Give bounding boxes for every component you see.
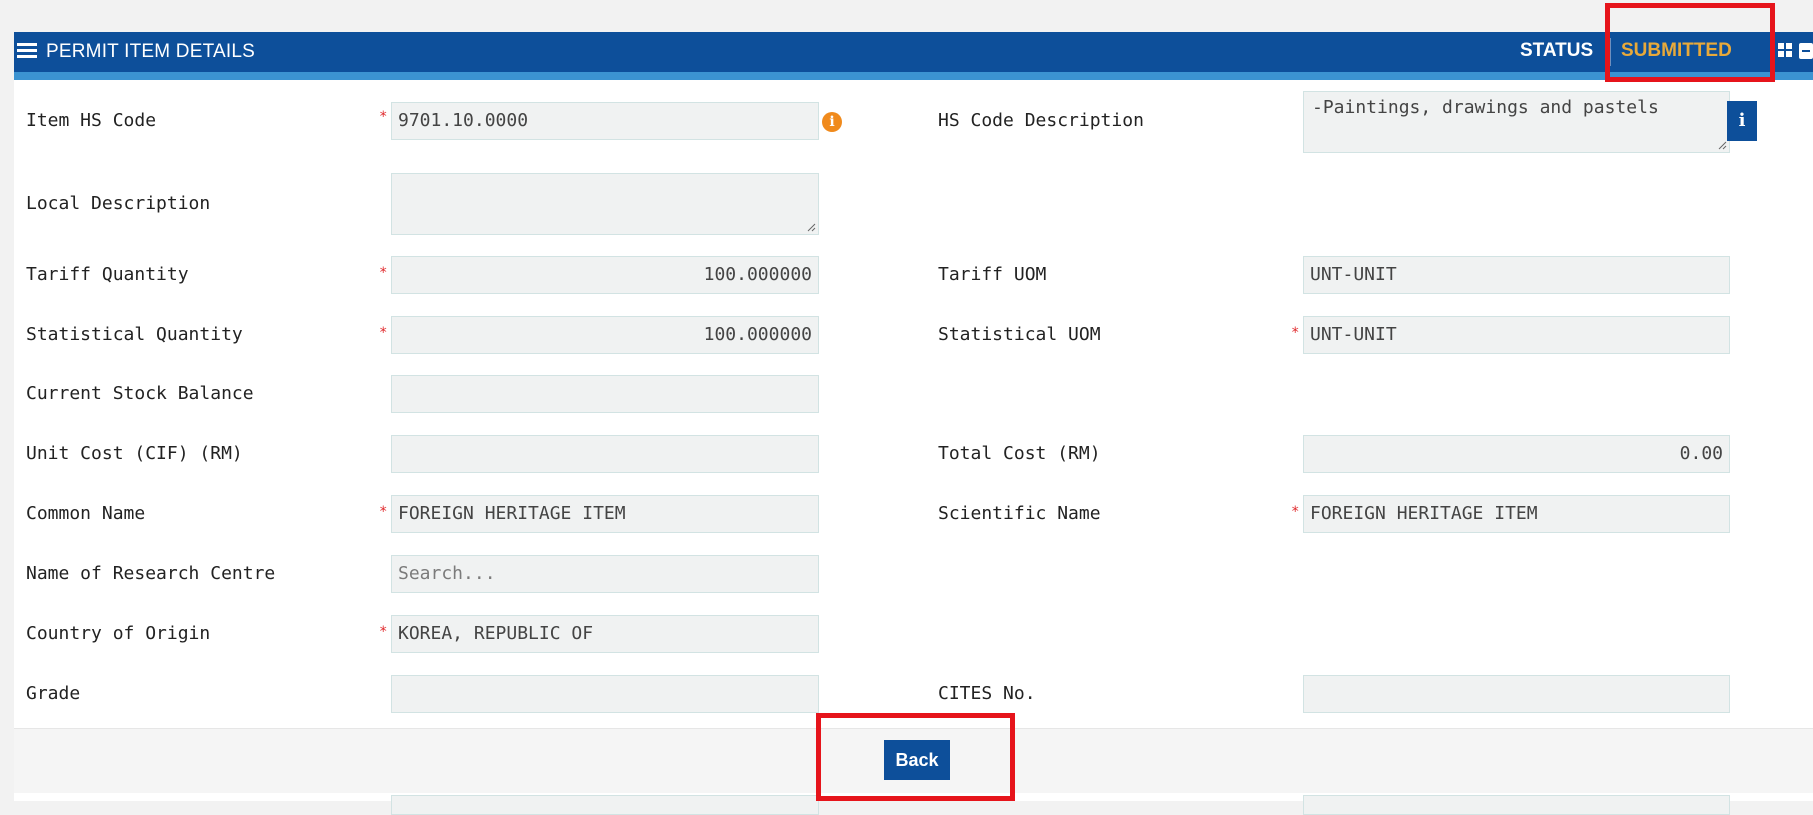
required-marker: * [1291,504,1300,520]
grid-icon[interactable] [1778,43,1792,57]
resize-grip-icon[interactable] [806,222,816,232]
required-marker: * [1291,325,1300,341]
scientific-name-input[interactable]: FOREIGN HERITAGE ITEM [1303,495,1730,533]
local-description-label: Local Description [26,193,211,214]
current-stock-balance-label: Current Stock Balance [26,383,254,404]
collapse-icon[interactable] [1799,43,1813,59]
panel-title: PERMIT ITEM DETAILS [46,41,255,62]
tariff-uom-label: Tariff UOM [938,264,1047,285]
common-name-input[interactable]: FOREIGN HERITAGE ITEM [391,495,819,533]
status-highlight-box [1605,3,1775,82]
local-description-textarea[interactable] [391,173,819,235]
menu-icon [17,43,37,59]
tariff-quantity-input[interactable]: 100.000000 [391,256,819,294]
research-centre-search-input[interactable]: Search... [391,555,819,593]
info-circle-icon[interactable]: i [822,112,842,132]
header-stripe [14,72,1813,80]
item-hs-code-input[interactable]: 9701.10.0000 [391,102,819,140]
required-marker: * [379,265,388,281]
grade-label: Grade [26,683,81,704]
panel-header: PERMIT ITEM DETAILS STATUS SUBMITTED [14,32,1813,72]
required-marker: * [379,325,388,341]
total-cost-label: Total Cost (RM) [938,443,1101,464]
statistical-uom-label: Statistical UOM [938,324,1101,345]
country-of-origin-label: Country of Origin [26,623,211,644]
statistical-quantity-label: Statistical Quantity [26,324,243,345]
required-marker: * [379,109,388,125]
resize-grip-icon[interactable] [1717,140,1727,150]
back-button-highlight-box [816,713,1015,801]
hs-code-description-value: -Paintings, drawings and pastels [1312,97,1659,118]
unit-cost-label: Unit Cost (CIF) (RM) [26,443,243,464]
hs-code-description-textarea[interactable]: -Paintings, drawings and pastels [1303,91,1730,153]
cites-no-input[interactable] [1303,675,1730,713]
hs-code-description-label: HS Code Description [938,110,1144,131]
required-marker: * [379,504,388,520]
grade-input[interactable] [391,675,819,713]
country-of-origin-input[interactable]: KOREA, REPUBLIC OF [391,615,819,653]
common-name-label: Common Name [26,503,146,524]
scientific-name-label: Scientific Name [938,503,1101,524]
statistical-quantity-input[interactable]: 100.000000 [391,316,819,354]
item-hs-code-label: Item HS Code [26,110,157,131]
statistical-uom-input[interactable]: UNT-UNIT [1303,316,1730,354]
cites-no-label: CITES No. [938,683,1036,704]
tariff-uom-input[interactable]: UNT-UNIT [1303,256,1730,294]
required-marker: * [379,624,388,640]
status-label: STATUS [1520,40,1594,61]
next-row-input[interactable] [1303,795,1730,815]
info-icon[interactable]: i [1727,101,1757,141]
next-row-input[interactable] [391,795,819,815]
current-stock-balance-input[interactable] [391,375,819,413]
research-centre-label: Name of Research Centre [26,563,276,584]
total-cost-input[interactable]: 0.00 [1303,435,1730,473]
unit-cost-input[interactable] [391,435,819,473]
tariff-quantity-label: Tariff Quantity [26,264,189,285]
